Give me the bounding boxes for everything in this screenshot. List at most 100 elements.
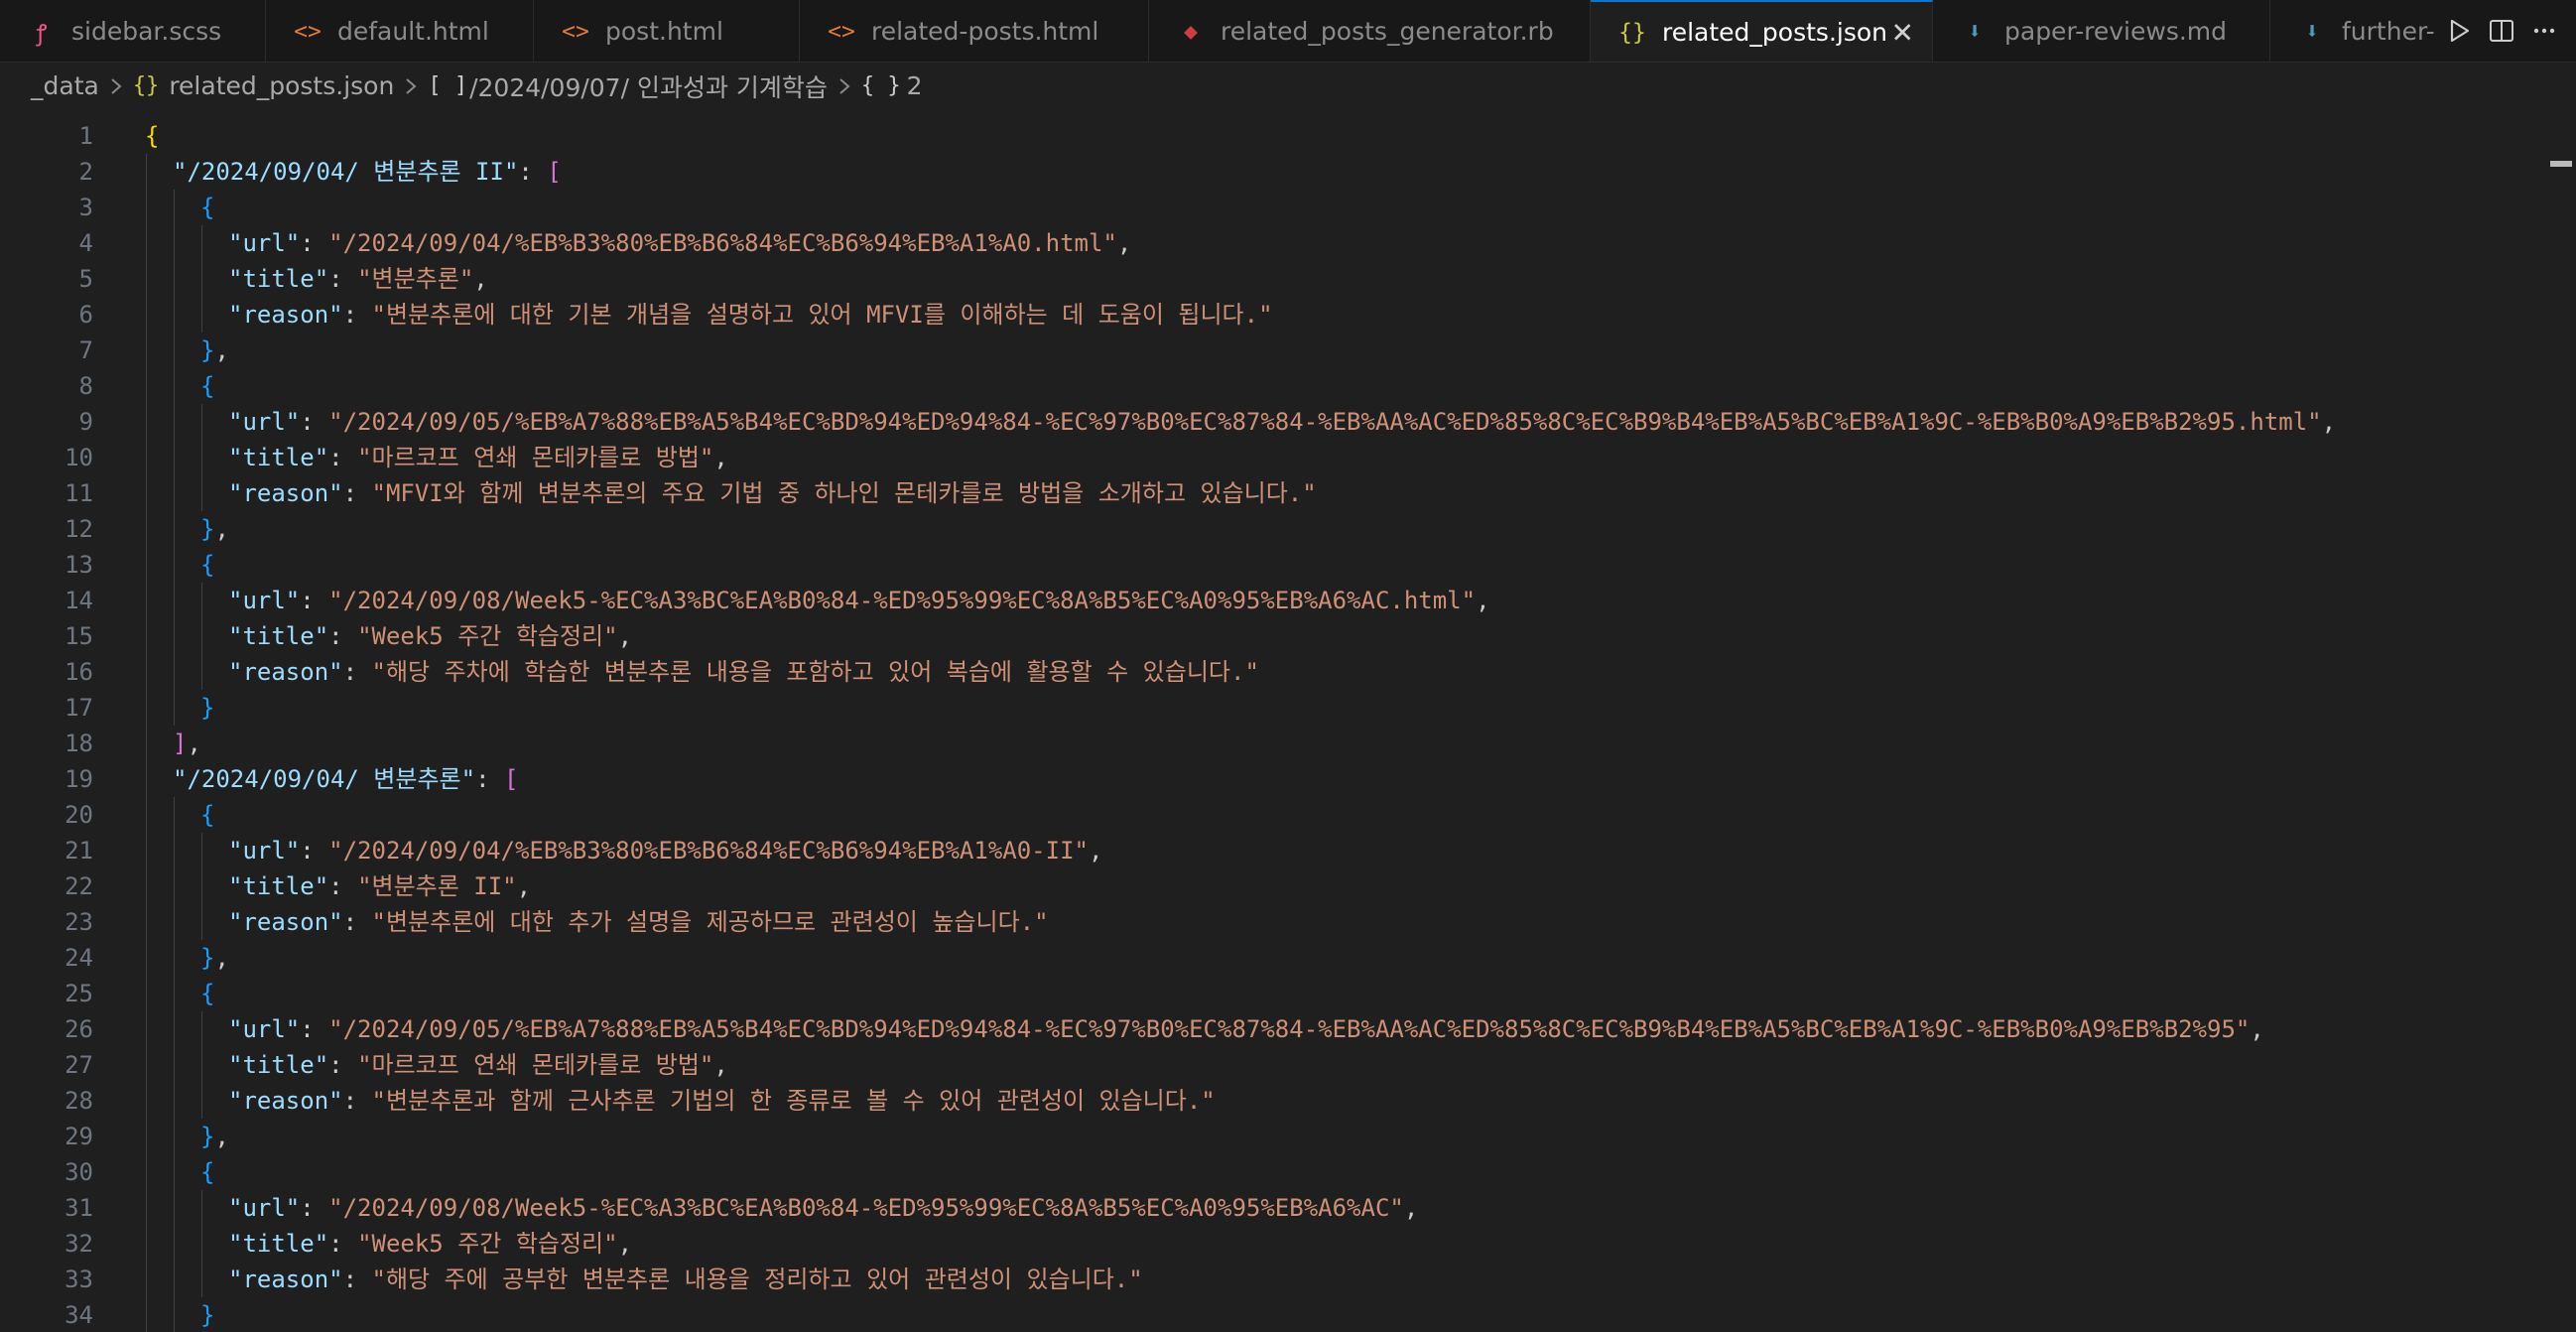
code-text: "/2024/09/04/ 변분추론": [ bbox=[173, 761, 518, 797]
code-text: "/2024/09/04/ 변분추론 II": [ bbox=[173, 154, 562, 190]
punctuation: , bbox=[617, 622, 633, 650]
editor-actions bbox=[2437, 0, 2576, 62]
breadcrumb-folder[interactable]: _data bbox=[31, 71, 99, 100]
tab-post-html[interactable]: <> post.html bbox=[534, 0, 800, 62]
indent-guide bbox=[174, 1154, 175, 1190]
json-string: "/2024/09/08/Week5-%EC%A3%BC%EA%B0%84-%E… bbox=[328, 587, 1477, 614]
line-number: 34 bbox=[64, 1301, 93, 1329]
html-icon: <> bbox=[294, 18, 322, 45]
code-line: 25 { bbox=[0, 976, 2576, 1011]
indent-guide bbox=[201, 868, 202, 904]
indent-guide bbox=[146, 690, 147, 726]
line-number: 1 bbox=[78, 122, 93, 150]
code-text: }, bbox=[200, 333, 229, 368]
line-number: 8 bbox=[78, 372, 93, 400]
line-number: 6 bbox=[78, 301, 93, 329]
punctuation: , bbox=[617, 1230, 633, 1258]
code-line: 31 "url": "/2024/09/08/Week5-%EC%A3%BC%EA… bbox=[0, 1190, 2576, 1226]
code-line: 11 "reason": "MFVI와 함께 변분추론의 주요 기법 중 하나인 … bbox=[0, 475, 2576, 511]
more-actions-icon[interactable] bbox=[2531, 18, 2557, 44]
code-line: 28 "reason": "변분추론과 함께 근사추론 기법의 한 종류로 볼 수… bbox=[0, 1083, 2576, 1119]
indent-guide bbox=[146, 583, 147, 618]
json-string: "/2024/09/05/%EB%A7%88%EB%A5%B4%EC%BD%94… bbox=[328, 408, 2322, 436]
json-key: "url" bbox=[228, 1194, 301, 1222]
tab-paper-reviews-md[interactable]: ⬇ paper-reviews.md bbox=[1933, 0, 2270, 62]
code-line: 27 "title": "마르코프 연쇄 몬테카를로 방법", bbox=[0, 1047, 2576, 1083]
bracket: { bbox=[200, 372, 215, 400]
line-number: 3 bbox=[78, 194, 93, 221]
tab-default-html[interactable]: <> default.html bbox=[266, 0, 534, 62]
punctuation: : bbox=[300, 229, 329, 257]
breadcrumb-index[interactable]: 2 bbox=[907, 71, 923, 100]
breadcrumb-file[interactable]: related_posts.json bbox=[169, 71, 394, 100]
indent-guide bbox=[146, 654, 147, 690]
split-editor-icon[interactable] bbox=[2489, 18, 2514, 44]
punctuation: , bbox=[187, 730, 201, 757]
punctuation: , bbox=[1403, 1194, 1419, 1222]
json-key: "reason" bbox=[228, 908, 343, 936]
indent-guide bbox=[201, 440, 202, 475]
tab-related-posts-generator-rb[interactable]: ◆ related_posts_generator.rb bbox=[1149, 0, 1591, 62]
indent-guide bbox=[146, 190, 147, 225]
line-number: 30 bbox=[64, 1158, 93, 1186]
code-text: { bbox=[200, 1154, 214, 1190]
indent-guide bbox=[146, 225, 147, 261]
indent-guide bbox=[174, 690, 175, 726]
code-text: }, bbox=[200, 1119, 229, 1154]
json-key: "title" bbox=[228, 872, 329, 900]
code-line: 10 "title": "마르코프 연쇄 몬테카를로 방법", bbox=[0, 440, 2576, 475]
bracket: } bbox=[200, 694, 215, 722]
json-string: "마르코프 연쇄 몬테카를로 방법" bbox=[357, 1051, 714, 1079]
code-text: "reason": "변분추론에 대한 기본 개념을 설명하고 있어 MFVI를… bbox=[228, 297, 1273, 333]
json-string: "/2024/09/04/%EB%B3%80%EB%B6%84%EC%B6%94… bbox=[328, 229, 1117, 257]
punctuation: : bbox=[300, 1194, 329, 1222]
code-text: "title": "Week5 주간 학습정리", bbox=[228, 1226, 632, 1262]
code-text: { bbox=[200, 368, 214, 404]
code-text: "title": "변분추론", bbox=[228, 261, 488, 297]
close-icon[interactable]: ✕ bbox=[1891, 16, 1914, 49]
breadcrumb: _data {} related_posts.json [ ] /2024/09… bbox=[0, 63, 2576, 109]
punctuation: , bbox=[2250, 1015, 2264, 1043]
code-line: 5 "title": "변분추론", bbox=[0, 261, 2576, 297]
code-text: "title": "변분추론 II", bbox=[228, 868, 531, 904]
line-number: 22 bbox=[64, 872, 93, 900]
chevron-right-icon bbox=[404, 76, 418, 96]
tab-related-posts-json[interactable]: {} related_posts.json ✕ bbox=[1591, 0, 1933, 62]
code-editor[interactable]: 1{2 "/2024/09/04/ 변분추론 II": [3{4 "url": "/… bbox=[0, 109, 2576, 1332]
punctuation: : bbox=[518, 158, 548, 186]
indent-guide bbox=[146, 404, 147, 440]
json-key: "title" bbox=[228, 444, 329, 471]
indent-guide bbox=[146, 761, 147, 797]
json-string: "변분추론과 함께 근사추론 기법의 한 종류로 볼 수 있어 관련성이 있습니… bbox=[371, 1087, 1216, 1115]
code-text: "url": "/2024/09/08/Week5-%EC%A3%BC%EA%B… bbox=[228, 1190, 1418, 1226]
indent-guide bbox=[174, 1226, 175, 1262]
bracket: [ bbox=[503, 765, 519, 793]
punctuation: , bbox=[1116, 229, 1132, 257]
line-number: 31 bbox=[64, 1194, 93, 1222]
indent-guide bbox=[146, 1047, 147, 1083]
code-text: ], bbox=[173, 726, 201, 761]
tab-label: related_posts.json bbox=[1662, 18, 1888, 47]
breadcrumb-key[interactable]: /2024/09/07/ 인과성과 기계학습 bbox=[469, 68, 828, 104]
punctuation: , bbox=[1476, 587, 1490, 614]
indent-guide bbox=[174, 475, 175, 511]
code-line: 32 "title": "Week5 주간 학습정리", bbox=[0, 1226, 2576, 1262]
run-icon[interactable] bbox=[2446, 18, 2472, 44]
tab-label: default.html bbox=[337, 17, 489, 46]
json-string: "/2024/09/08/Week5-%EC%A3%BC%EA%B0%84-%E… bbox=[328, 1194, 1404, 1222]
indent-guide bbox=[174, 1047, 175, 1083]
tab-label: post.html bbox=[605, 17, 723, 46]
indent-guide bbox=[201, 404, 202, 440]
punctuation: : bbox=[328, 1230, 358, 1258]
json-icon: {} bbox=[1618, 19, 1646, 46]
code-text: "reason": "해당 주차에 학습한 변분추론 내용을 포함하고 있어 복… bbox=[228, 654, 1259, 690]
bracket: { bbox=[145, 122, 160, 150]
line-number: 12 bbox=[64, 515, 93, 543]
array-icon: [ ] bbox=[428, 73, 468, 98]
bracket: } bbox=[200, 336, 215, 364]
tab-related-posts-html[interactable]: <> related-posts.html bbox=[800, 0, 1149, 62]
punctuation: , bbox=[214, 944, 229, 972]
json-string: "/2024/09/04/%EB%B3%80%EB%B6%84%EC%B6%94… bbox=[328, 837, 1089, 865]
tab-sidebar-scss[interactable]: ꝭ sidebar.scss bbox=[0, 0, 266, 62]
punctuation: , bbox=[214, 336, 229, 364]
